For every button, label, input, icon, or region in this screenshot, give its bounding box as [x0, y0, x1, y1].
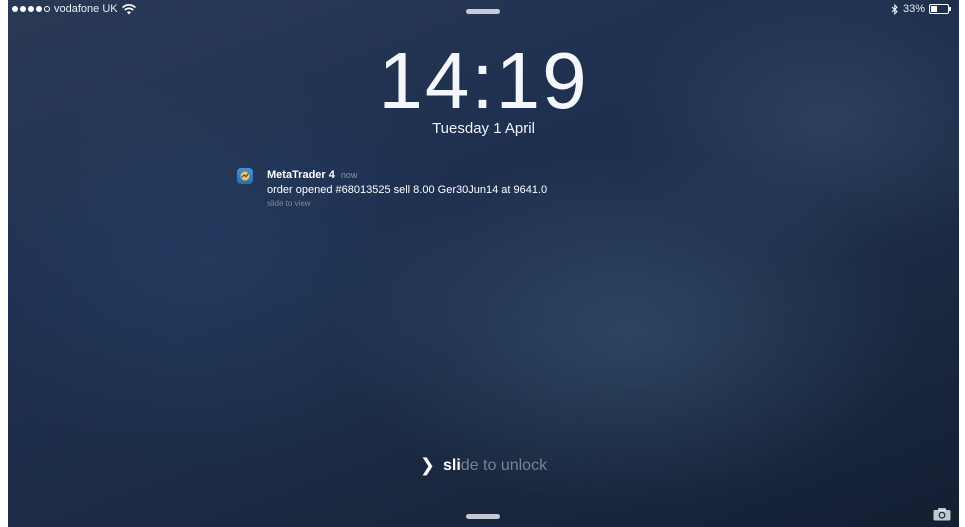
unlock-label-rest: de to unlock [460, 457, 548, 474]
control-center-grabber[interactable] [466, 514, 500, 519]
metatrader-app-icon [237, 168, 253, 184]
slide-to-unlock[interactable]: ❯ slide to unlock [8, 455, 959, 476]
lock-date: Tuesday 1 April [432, 120, 535, 137]
battery-percent: 33% [902, 3, 925, 15]
camera-icon[interactable] [933, 507, 951, 521]
lock-screen: vodafone UK 33% 14:19 Tuesday 1 April Me… [8, 0, 959, 527]
bluetooth-icon [891, 3, 898, 15]
notification-center-grabber[interactable] [466, 9, 500, 14]
status-bar: vodafone UK 33% [8, 0, 959, 18]
battery-icon [929, 4, 951, 14]
status-right: 33% [891, 3, 951, 15]
notification-hint: slide to view [267, 199, 311, 208]
unlock-label-highlight: sli [443, 457, 461, 474]
carrier-name: vodafone UK [54, 3, 118, 15]
lock-clock: 14:19 [378, 36, 589, 125]
notification-body: order opened #68013525 sell 8.00 Ger30Ju… [267, 184, 548, 196]
status-left: vodafone UK [12, 3, 136, 15]
notification-time: now [340, 170, 358, 180]
wifi-icon [121, 3, 136, 14]
signal-strength-icon [12, 6, 50, 12]
notification-app-name: MetaTrader 4 [267, 169, 335, 181]
notification-content: MetaTrader 4 now order opened #68013525 … [267, 169, 867, 208]
chevron-right-icon: ❯ [419, 455, 435, 475]
